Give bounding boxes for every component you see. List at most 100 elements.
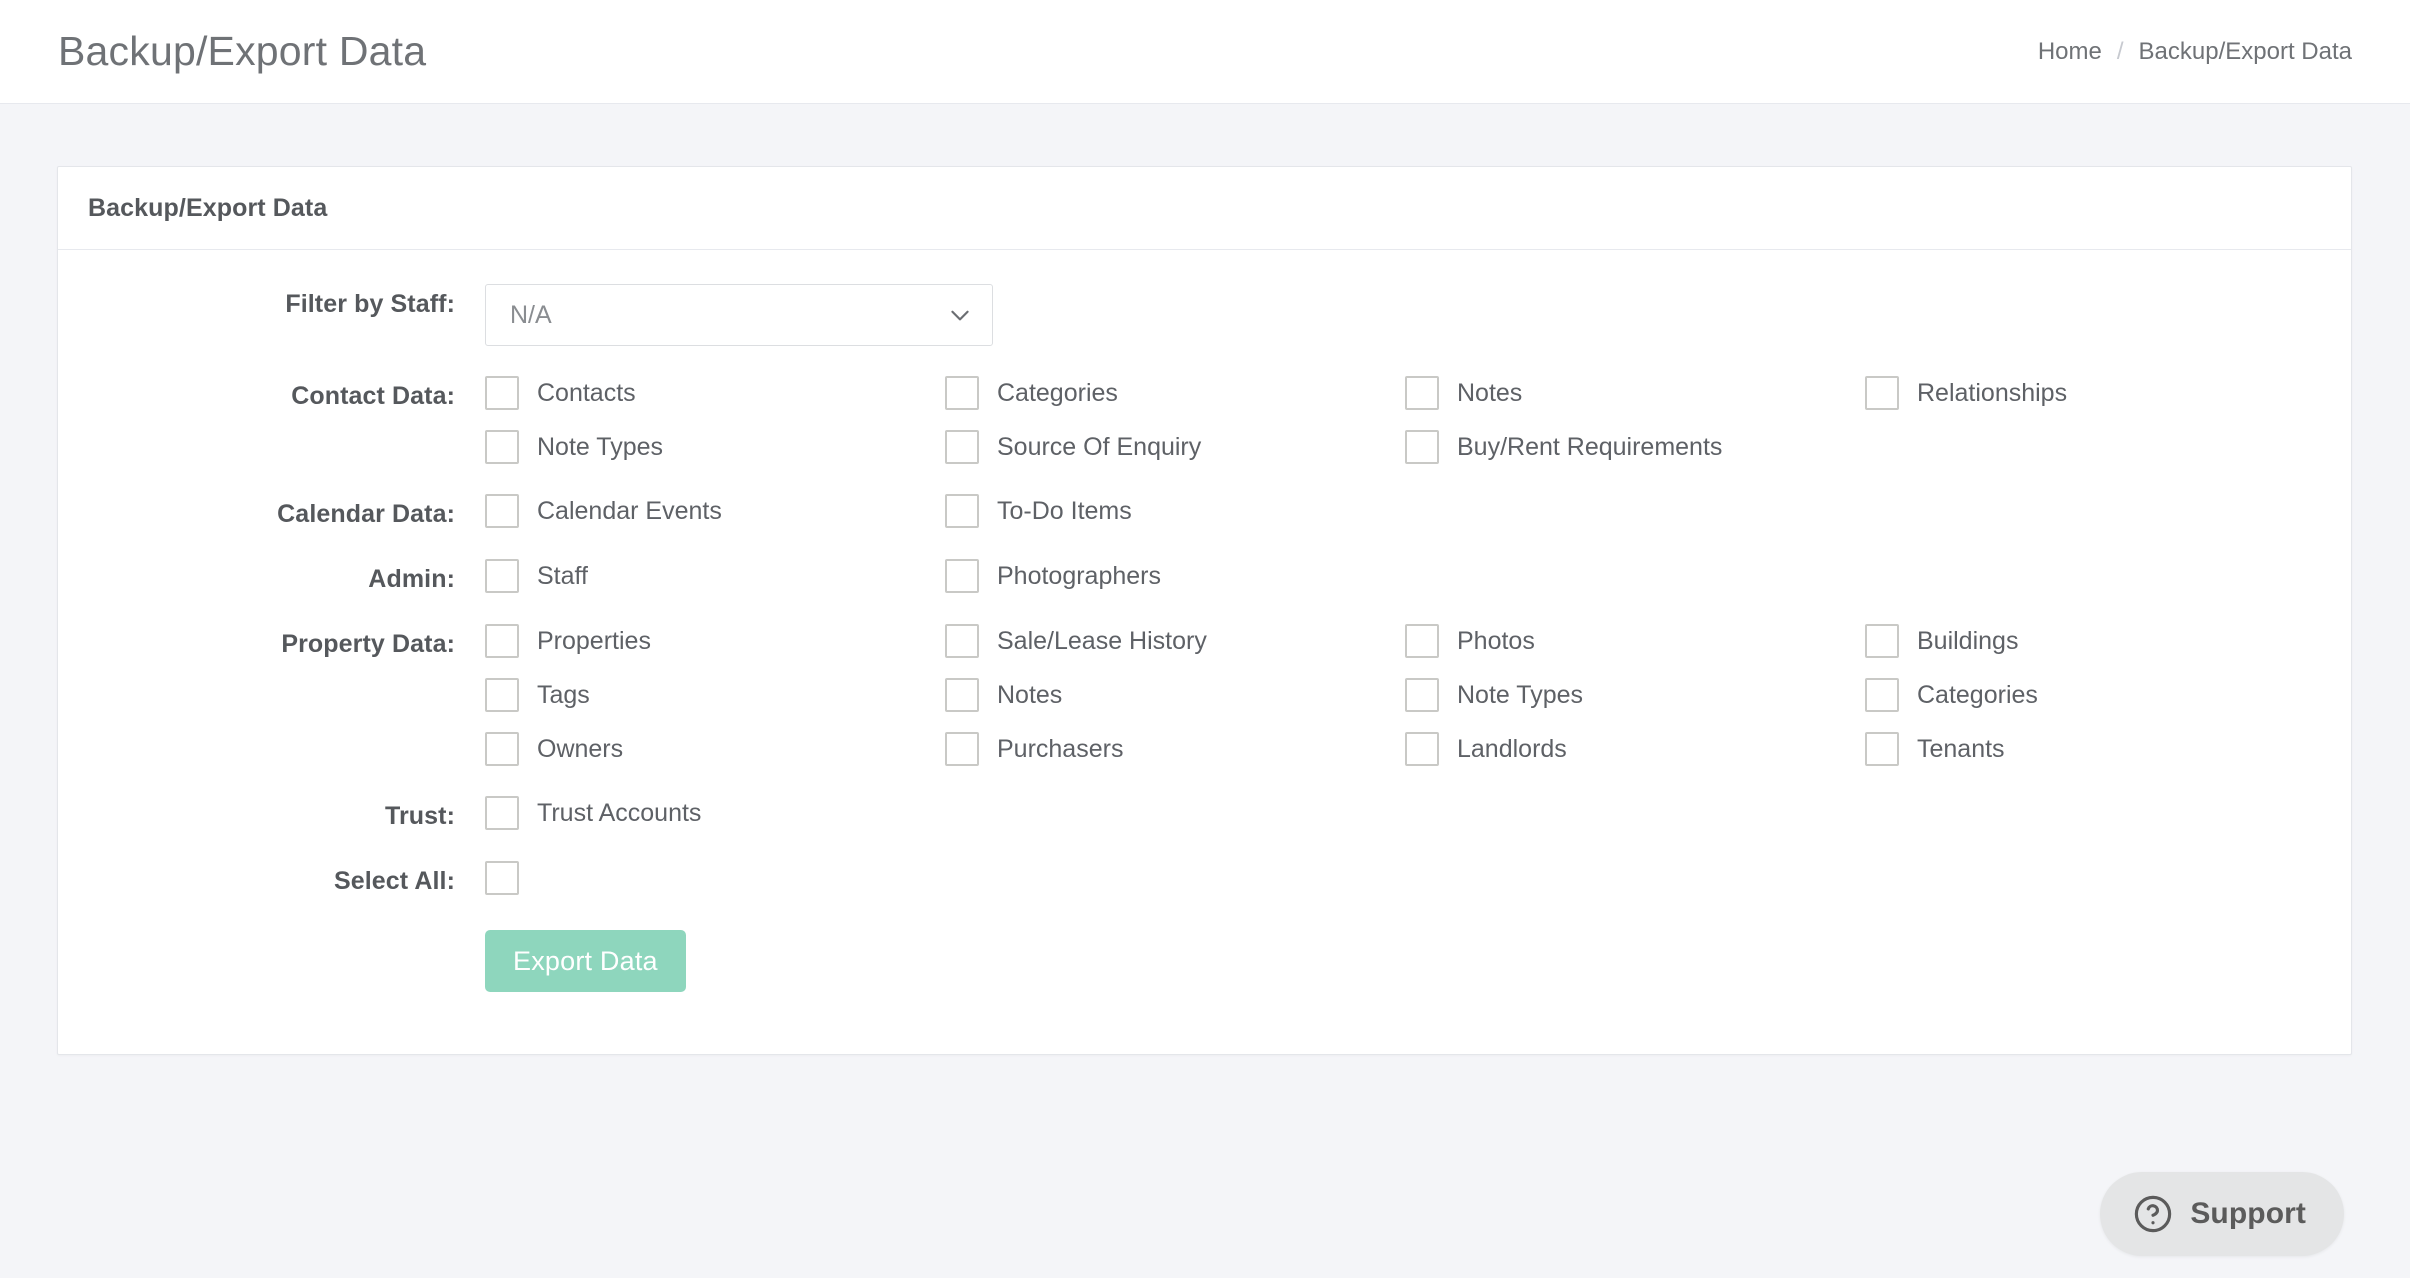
- contact-data-label: Contact Data:: [291, 382, 455, 410]
- checkbox-label: Landlords: [1457, 734, 1567, 763]
- checkbox-box[interactable]: [945, 494, 979, 528]
- checkbox-box[interactable]: [485, 559, 519, 593]
- checkbox-box[interactable]: [945, 624, 979, 658]
- form-row-submit: Export Data: [88, 930, 2321, 992]
- checkbox-contacts[interactable]: Contacts: [485, 376, 945, 410]
- checkbox-label: Sale/Lease History: [997, 626, 1207, 655]
- form-row-admin: Admin: Staff Photographers: [88, 559, 2321, 594]
- support-label: Support: [2190, 1197, 2306, 1230]
- checkbox-label: Source Of Enquiry: [997, 432, 1202, 461]
- checkbox-box[interactable]: [1405, 678, 1439, 712]
- form-row-contact-data: Contact Data: Contacts Categories Notes: [88, 376, 2321, 464]
- checkbox-box[interactable]: [485, 624, 519, 658]
- checkbox-staff[interactable]: Staff: [485, 559, 945, 593]
- checkbox-box[interactable]: [1865, 376, 1899, 410]
- checkbox-box[interactable]: [485, 861, 519, 895]
- export-data-button[interactable]: Export Data: [485, 930, 686, 992]
- calendar-data-checkbox-grid: Calendar Events To-Do Items: [485, 494, 2321, 528]
- checkbox-label: Note Types: [537, 432, 664, 461]
- checkbox-to-do-items[interactable]: To-Do Items: [945, 494, 1405, 528]
- admin-checkbox-grid: Staff Photographers: [485, 559, 2321, 593]
- checkbox-box[interactable]: [485, 376, 519, 410]
- checkbox-buildings[interactable]: Buildings: [1865, 624, 2325, 658]
- property-data-label: Property Data:: [281, 630, 455, 658]
- checkbox-tags[interactable]: Tags: [485, 678, 945, 712]
- checkbox-tenants[interactable]: Tenants: [1865, 732, 2325, 766]
- checkbox-label: Owners: [537, 734, 624, 763]
- checkbox-box[interactable]: [485, 494, 519, 528]
- checkbox-box[interactable]: [485, 430, 519, 464]
- card-body: Filter by Staff: N/A Contact Data: Conta…: [58, 250, 2351, 1054]
- checkbox-notes[interactable]: Notes: [1405, 376, 1865, 410]
- checkbox-box[interactable]: [1865, 624, 1899, 658]
- checkbox-trust-accounts[interactable]: Trust Accounts: [485, 796, 945, 830]
- checkbox-property-notes[interactable]: Notes: [945, 678, 1405, 712]
- checkbox-calendar-events[interactable]: Calendar Events: [485, 494, 945, 528]
- staff-select-wrapper: N/A: [485, 284, 993, 346]
- form-row-select-all: Select All:: [88, 861, 2321, 900]
- checkbox-select-all[interactable]: [485, 861, 519, 895]
- checkbox-box[interactable]: [945, 430, 979, 464]
- breadcrumb-home-link[interactable]: Home: [2038, 38, 2102, 66]
- checkbox-label: Staff: [537, 561, 588, 590]
- submit-controls: Export Data: [485, 930, 2321, 992]
- form-row-calendar-data: Calendar Data: Calendar Events To-Do Ite…: [88, 494, 2321, 529]
- checkbox-sale-lease-history[interactable]: Sale/Lease History: [945, 624, 1405, 658]
- checkbox-label: Trust Accounts: [537, 798, 702, 827]
- contact-data-controls: Contacts Categories Notes Relationships: [485, 376, 2321, 464]
- checkbox-label: Photos: [1457, 626, 1535, 655]
- filter-by-staff-label: Filter by Staff:: [285, 290, 455, 318]
- trust-label: Trust:: [384, 802, 455, 830]
- checkbox-box[interactable]: [1865, 678, 1899, 712]
- checkbox-box[interactable]: [1405, 624, 1439, 658]
- checkbox-label: Tenants: [1917, 734, 2005, 763]
- select-all-label: Select All:: [333, 867, 455, 895]
- checkbox-owners[interactable]: Owners: [485, 732, 945, 766]
- checkbox-label: Categories: [1917, 680, 2038, 709]
- trust-controls: Trust Accounts: [485, 796, 2321, 830]
- checkbox-photographers[interactable]: Photographers: [945, 559, 1405, 593]
- checkbox-source-of-enquiry[interactable]: Source Of Enquiry: [945, 430, 1405, 464]
- card-title: Backup/Export Data: [88, 193, 328, 222]
- staff-select[interactable]: N/A: [485, 284, 993, 346]
- checkbox-label: Buildings: [1917, 626, 2019, 655]
- page-title: Backup/Export Data: [58, 28, 427, 74]
- form-row-property-data: Property Data: Properties Sale/Lease His…: [88, 624, 2321, 766]
- checkbox-box[interactable]: [945, 732, 979, 766]
- checkbox-relationships[interactable]: Relationships: [1865, 376, 2325, 410]
- checkbox-property-note-types[interactable]: Note Types: [1405, 678, 1865, 712]
- checkbox-box[interactable]: [945, 678, 979, 712]
- filter-by-staff-controls: N/A: [485, 284, 2321, 346]
- card-header: Backup/Export Data: [58, 167, 2351, 250]
- checkbox-box[interactable]: [1405, 732, 1439, 766]
- checkbox-box[interactable]: [945, 559, 979, 593]
- checkbox-box[interactable]: [485, 796, 519, 830]
- property-data-checkbox-grid: Properties Sale/Lease History Photos Bui…: [485, 624, 2321, 766]
- checkbox-label: Notes: [1457, 378, 1523, 407]
- checkbox-box[interactable]: [1405, 376, 1439, 410]
- breadcrumb: Home / Backup/Export Data: [2038, 38, 2352, 66]
- admin-controls: Staff Photographers: [485, 559, 2321, 593]
- support-widget[interactable]: Support: [2100, 1172, 2344, 1256]
- checkbox-note-types[interactable]: Note Types: [485, 430, 945, 464]
- checkbox-buy-rent-requirements[interactable]: Buy/Rent Requirements: [1405, 430, 1865, 464]
- checkbox-label: Purchasers: [997, 734, 1124, 763]
- checkbox-properties[interactable]: Properties: [485, 624, 945, 658]
- checkbox-label: Tags: [537, 680, 590, 709]
- checkbox-box[interactable]: [1405, 430, 1439, 464]
- checkbox-photos[interactable]: Photos: [1405, 624, 1865, 658]
- checkbox-box[interactable]: [1865, 732, 1899, 766]
- checkbox-categories[interactable]: Categories: [945, 376, 1405, 410]
- checkbox-label: Relationships: [1917, 378, 2068, 407]
- checkbox-box[interactable]: [485, 678, 519, 712]
- checkbox-purchasers[interactable]: Purchasers: [945, 732, 1405, 766]
- staff-select-value: N/A: [510, 300, 552, 329]
- checkbox-box[interactable]: [945, 376, 979, 410]
- admin-label: Admin:: [368, 565, 455, 593]
- checkbox-property-categories[interactable]: Categories: [1865, 678, 2325, 712]
- checkbox-label: Note Types: [1457, 680, 1584, 709]
- checkbox-label: Calendar Events: [537, 496, 722, 525]
- checkbox-landlords[interactable]: Landlords: [1405, 732, 1865, 766]
- checkbox-box[interactable]: [485, 732, 519, 766]
- breadcrumb-separator: /: [2116, 37, 2124, 65]
